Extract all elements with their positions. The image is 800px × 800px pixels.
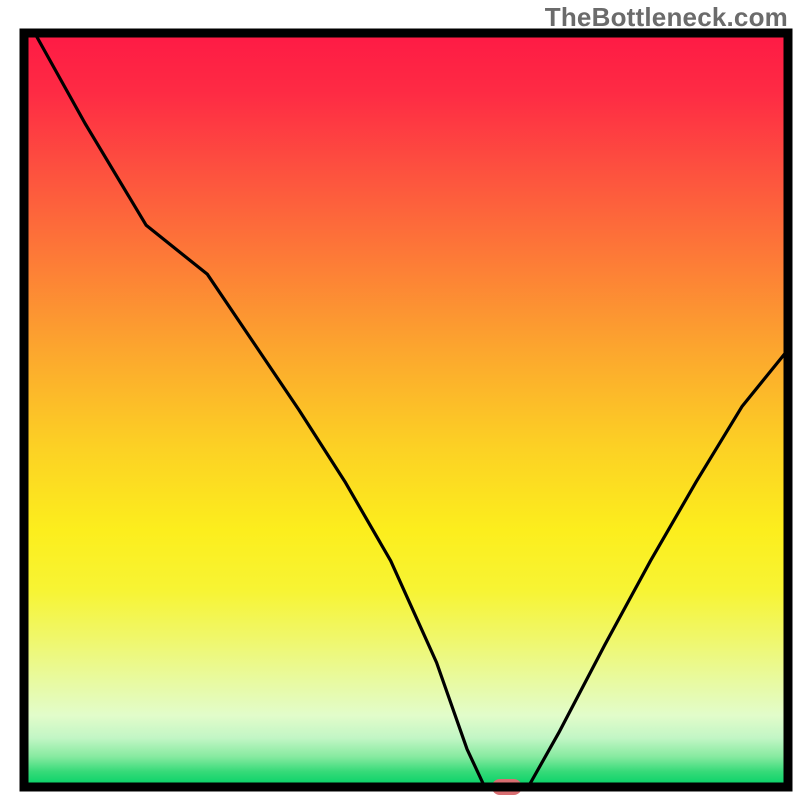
bottleneck-chart	[0, 0, 800, 800]
watermark-text: TheBottleneck.com	[545, 2, 788, 33]
plot-background	[24, 33, 788, 787]
chart-container: TheBottleneck.com	[0, 0, 800, 800]
